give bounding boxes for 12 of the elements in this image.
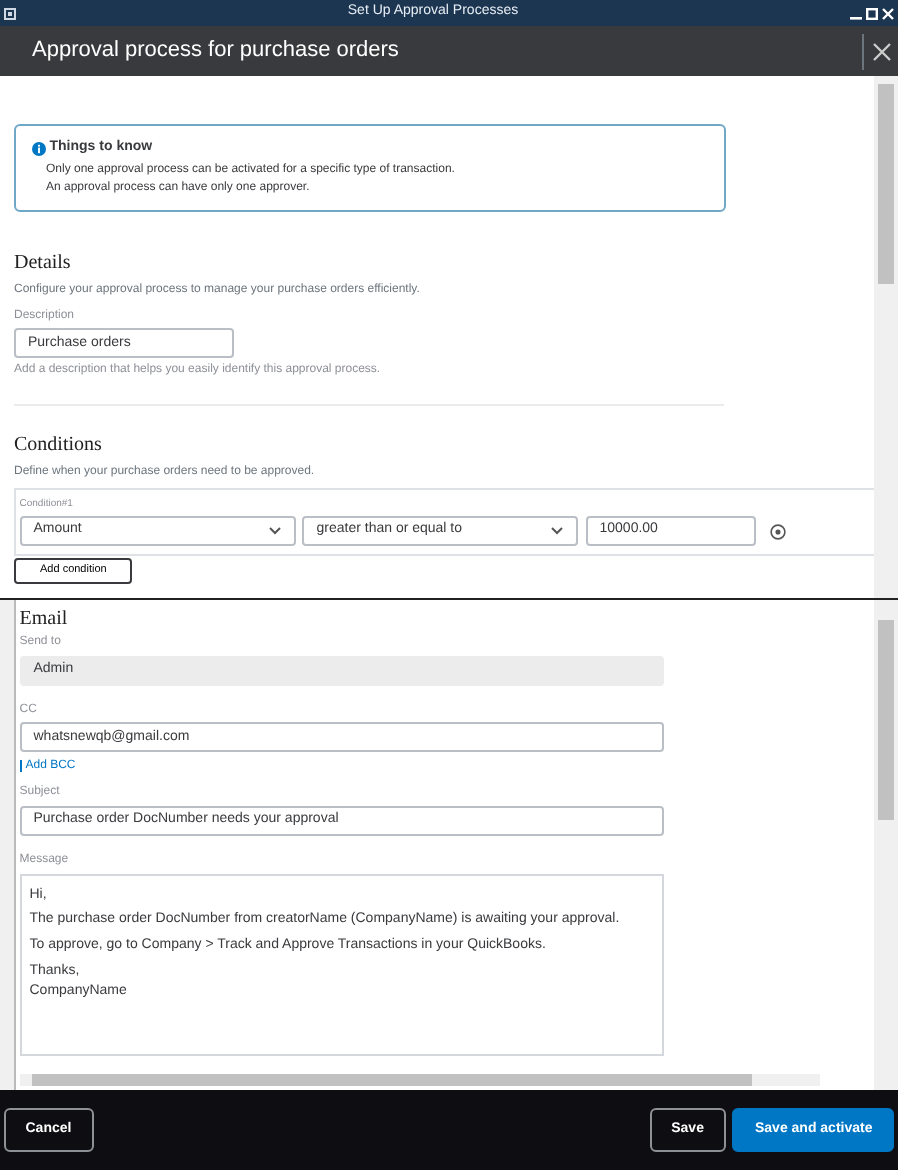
dialog-title: Approval process for purchase orders <box>30 36 401 67</box>
section-heading: Details <box>14 250 73 279</box>
section-heading: Conditions <box>14 432 104 460</box>
remove-icon[interactable] <box>769 523 786 539</box>
caret-icon <box>550 526 565 536</box>
caret-icon <box>267 526 282 536</box>
app-icon <box>3 7 16 19</box>
section-heading: Email <box>19 605 70 634</box>
maximize-icon[interactable] <box>866 7 879 19</box>
scrollbar[interactable] <box>874 76 898 598</box>
info-icon <box>32 141 46 156</box>
horizontal-scrollbar[interactable] <box>19 1074 820 1087</box>
